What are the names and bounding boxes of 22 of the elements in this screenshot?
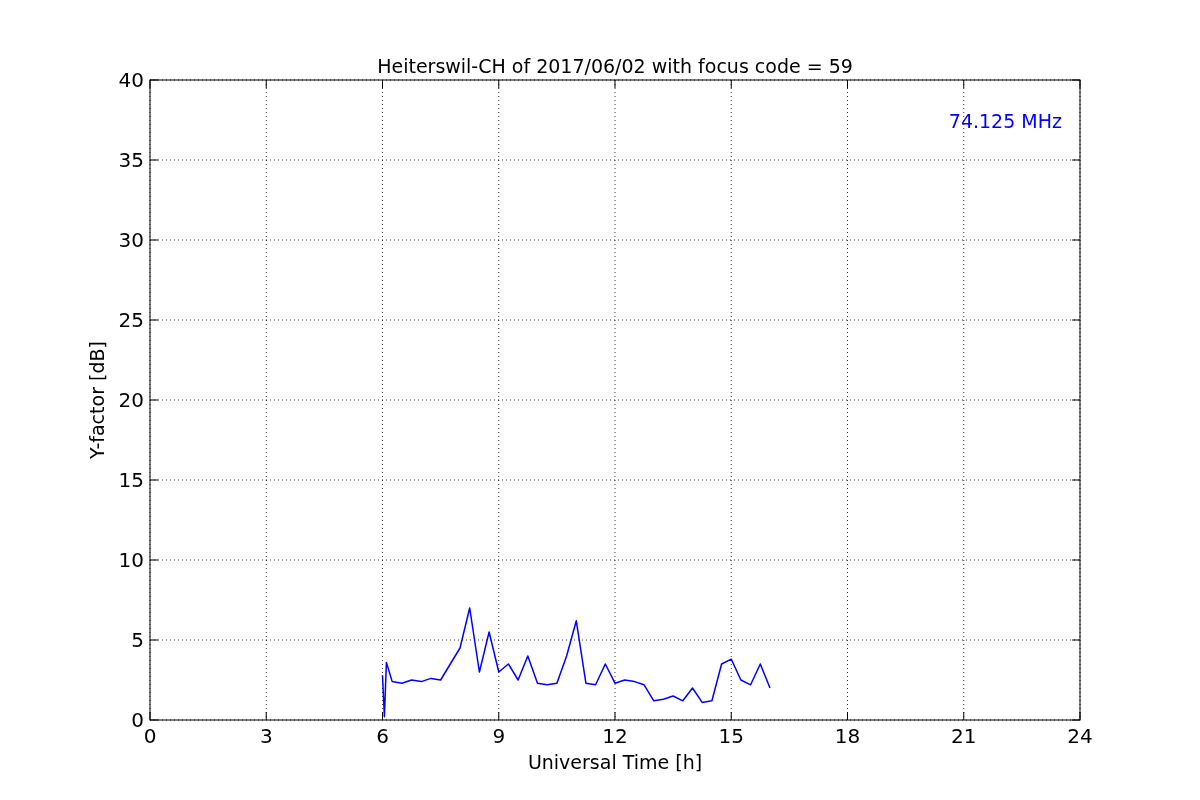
x-tick-label: 9 [492,724,506,748]
y-tick-label: 5 [131,628,144,652]
y-tick-label: 30 [118,228,144,252]
x-tick-label: 3 [259,724,273,748]
y-tick-label: 10 [118,548,144,572]
x-tick-label: 24 [1067,724,1093,748]
y-tick-label: 35 [118,148,144,172]
y-tick-label: 15 [118,468,144,492]
x-tick-label: 6 [376,724,389,748]
y-axis-label: Y-factor [dB] [86,341,108,459]
x-tick-label: 12 [602,724,628,748]
y-tick-label: 40 [118,68,144,92]
x-tick-label: 15 [718,724,744,748]
x-tick-label: 21 [951,724,977,748]
y-tick-label: 20 [118,388,144,412]
x-tick-label: 18 [834,724,861,748]
y-tick-label: 0 [131,708,144,732]
series-label: 74.125 MHz [948,110,1062,132]
x-axis-label: Universal Time [h] [527,751,703,773]
x-tick-label: 0 [143,724,157,748]
y-tick-label: 25 [118,308,144,332]
chart-title: Heiterswil-CH of 2017/06/02 with focus code = 59 [377,55,853,77]
